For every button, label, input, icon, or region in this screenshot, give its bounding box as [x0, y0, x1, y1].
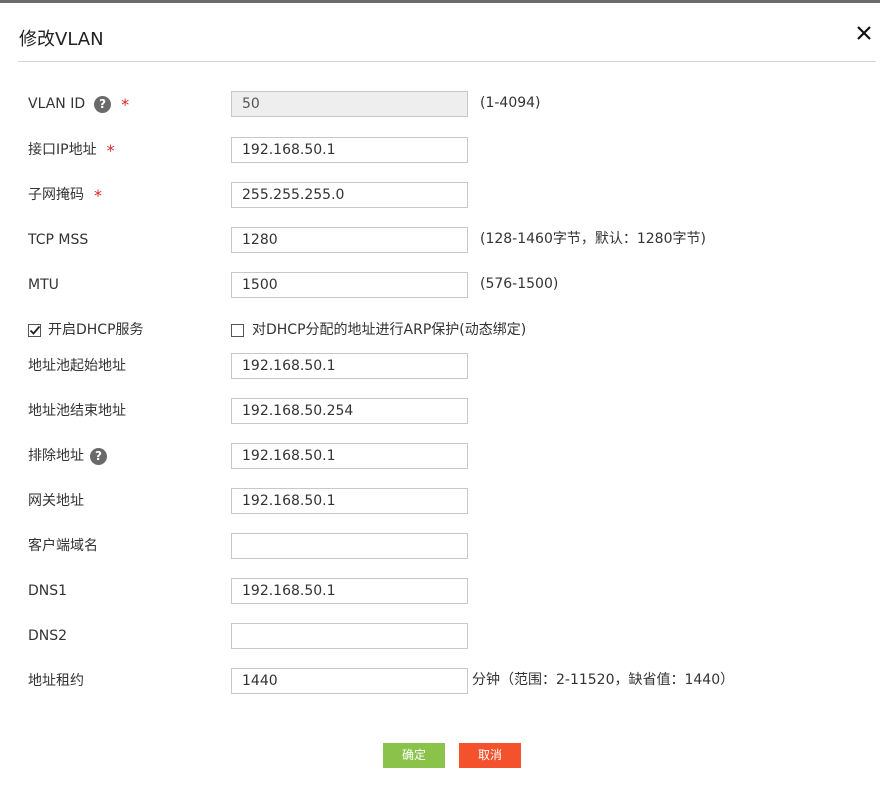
dns2-input[interactable] [231, 623, 468, 649]
dhcp-checkbox[interactable] [28, 324, 41, 337]
vlan-id-input [231, 91, 468, 117]
pool-start-label: 地址池起始地址 [28, 358, 126, 374]
arp-protect-checkbox-label[interactable]: 对DHCP分配的地址进行ARP保护(动态绑定) [252, 317, 526, 343]
required-mark: * [121, 95, 130, 114]
dialog-title: 修改VLAN [19, 29, 104, 50]
exclude-input[interactable] [231, 443, 468, 469]
required-mark: * [94, 186, 102, 205]
mtu-label: MTU [28, 277, 59, 293]
dns1-label: DNS1 [28, 583, 68, 599]
dns1-input[interactable] [231, 578, 468, 604]
close-icon[interactable] [852, 20, 876, 44]
top-border [0, 0, 880, 3]
pool-end-label: 地址池结束地址 [28, 403, 126, 419]
subnet-mask-input[interactable] [231, 182, 468, 208]
row-lease: 地址租约 分钟（范围：2-11520，缺省值：1440） [0, 667, 880, 695]
client-domain-input[interactable] [231, 533, 468, 559]
pool-end-input[interactable] [231, 398, 468, 424]
vlan-id-hint: (1-4094) [480, 95, 541, 111]
title-divider [18, 61, 876, 62]
row-dns2: DNS2 [0, 622, 880, 650]
interface-ip-label: 接口IP地址 * [28, 136, 115, 164]
row-gateway: 网关地址 [0, 487, 880, 515]
row-dns1: DNS1 [0, 577, 880, 605]
required-mark: * [106, 141, 115, 160]
row-pool-start: 地址池起始地址 [0, 352, 880, 380]
confirm-button[interactable]: 确定 [383, 743, 445, 768]
row-interface-ip: 接口IP地址 * [0, 136, 880, 164]
lease-hint: 分钟（范围：2-11520，缺省值：1440） [472, 672, 735, 688]
lease-label: 地址租约 [28, 673, 84, 689]
subnet-mask-label: 子网掩码 * [28, 181, 102, 209]
row-vlan-id: VLAN ID ? * (1-4094) [0, 90, 880, 118]
row-mtu: MTU (576-1500) [0, 271, 880, 299]
dns2-label: DNS2 [28, 628, 68, 644]
vlan-id-label: VLAN ID ? * [28, 90, 129, 118]
row-exclude: 排除地址 ? [0, 442, 880, 470]
pool-start-input[interactable] [231, 353, 468, 379]
client-domain-label: 客户端域名 [28, 538, 98, 554]
dhcp-checkbox-label[interactable]: 开启DHCP服务 [48, 317, 144, 343]
row-dhcp-options: 开启DHCP服务 对DHCP分配的地址进行ARP保护(动态绑定) [0, 317, 880, 345]
interface-ip-input[interactable] [231, 137, 468, 163]
lease-input[interactable] [231, 668, 468, 694]
row-client-domain: 客户端域名 [0, 532, 880, 560]
mtu-input[interactable] [231, 272, 468, 298]
mtu-hint: (576-1500) [480, 276, 559, 292]
tcp-mss-input[interactable] [231, 227, 468, 253]
row-tcp-mss: TCP MSS (128-1460字节，默认：1280字节) [0, 226, 880, 254]
arp-protect-checkbox[interactable] [231, 324, 244, 337]
cancel-button[interactable]: 取消 [459, 743, 521, 768]
help-icon[interactable]: ? [90, 447, 107, 465]
tcp-mss-label: TCP MSS [28, 232, 89, 248]
help-icon[interactable]: ? [94, 95, 112, 113]
row-subnet-mask: 子网掩码 * [0, 181, 880, 209]
tcp-mss-hint: (128-1460字节，默认：1280字节) [480, 231, 706, 247]
row-pool-end: 地址池结束地址 [0, 397, 880, 425]
check-icon [29, 325, 41, 335]
exclude-label: 排除地址 ? [28, 442, 107, 470]
gateway-label: 网关地址 [28, 493, 84, 509]
gateway-input[interactable] [231, 488, 468, 514]
